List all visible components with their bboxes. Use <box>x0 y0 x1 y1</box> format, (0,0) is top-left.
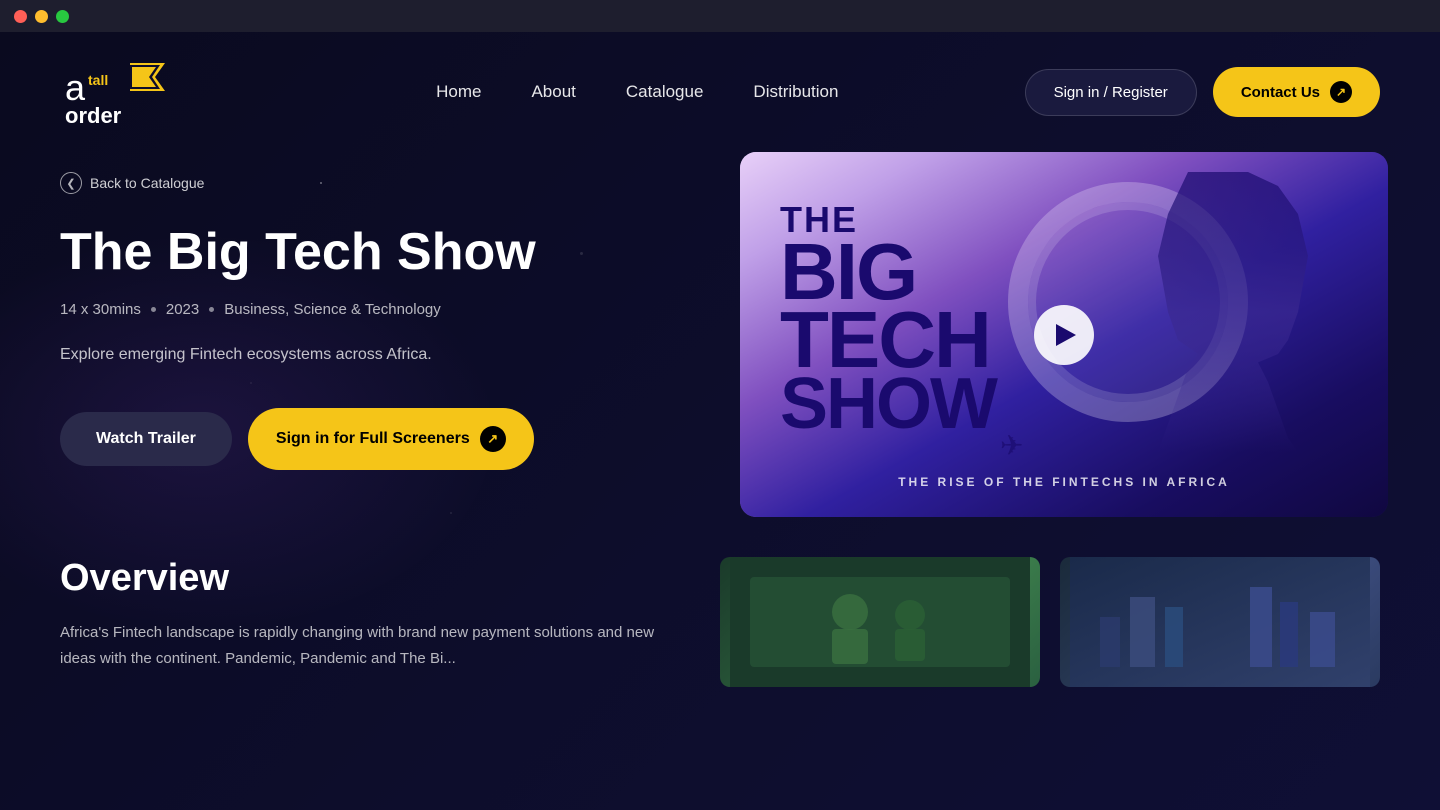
overview-img-placeholder-1 <box>720 557 1040 687</box>
nav-links: Home About Catalogue Distribution <box>436 82 838 102</box>
show-episodes: 14 x 30mins <box>60 301 141 318</box>
overview-image-2 <box>1060 557 1380 687</box>
overview-text: Africa's Fintech landscape is rapidly ch… <box>60 620 680 671</box>
window-bar <box>0 0 1440 32</box>
overview-img-placeholder-2 <box>1060 557 1380 687</box>
watch-trailer-button[interactable]: Watch Trailer <box>60 412 232 466</box>
overview-left: Overview Africa's Fintech landscape is r… <box>60 557 680 687</box>
svg-text:tall: tall <box>88 72 108 88</box>
overview-title: Overview <box>60 557 680 600</box>
page: a tall order Home About Catalogue Distri… <box>0 32 1440 810</box>
nav-distribution[interactable]: Distribution <box>753 82 838 102</box>
window-dot-fullscreen[interactable] <box>56 10 69 23</box>
main-content: ❮ Back to Catalogue The Big Tech Show 14… <box>0 152 1440 517</box>
meta-dot-1 <box>151 307 156 312</box>
contact-label: Contact Us <box>1241 84 1320 101</box>
show-title: The Big Tech Show <box>60 224 680 281</box>
logo[interactable]: a tall order <box>60 55 170 130</box>
left-panel: ❮ Back to Catalogue The Big Tech Show 14… <box>60 152 680 517</box>
overview-section: Overview Africa's Fintech landscape is r… <box>0 517 1440 687</box>
screeners-arrow-icon: ↗ <box>480 426 506 452</box>
play-button[interactable] <box>1034 305 1094 365</box>
svg-text:a: a <box>65 67 86 108</box>
nav-catalogue[interactable]: Catalogue <box>626 82 704 102</box>
show-description: Explore emerging Fintech ecosystems acro… <box>60 342 680 368</box>
thumbnail-show: SHOW <box>780 374 996 435</box>
video-thumbnail[interactable]: THE BIG TECH SHOW ✈ THE RISE OF THE FINT… <box>740 152 1388 517</box>
nav-actions: Sign in / Register Contact Us ↗ <box>1025 67 1380 117</box>
header: a tall order Home About Catalogue Distri… <box>0 32 1440 152</box>
show-year: 2023 <box>166 301 199 318</box>
contact-arrow-icon: ↗ <box>1330 81 1352 103</box>
show-genre: Business, Science & Technology <box>224 301 441 318</box>
right-panel: THE BIG TECH SHOW ✈ THE RISE OF THE FINT… <box>740 152 1388 517</box>
overview-image-1 <box>720 557 1040 687</box>
svg-text:order: order <box>65 103 122 128</box>
screeners-label: Sign in for Full Screeners <box>276 430 470 448</box>
back-to-catalogue[interactable]: ❮ Back to Catalogue <box>60 172 680 194</box>
show-meta: 14 x 30mins 2023 Business, Science & Tec… <box>60 301 680 318</box>
play-icon <box>1056 324 1076 346</box>
signin-button[interactable]: Sign in / Register <box>1025 69 1197 116</box>
contact-button[interactable]: Contact Us ↗ <box>1213 67 1380 117</box>
thumbnail-airplane-icon: ✈ <box>1000 429 1023 462</box>
thumbnail-subtitle: THE RISE OF THE FINTECHS IN AFRICA <box>740 475 1388 489</box>
overview-right <box>720 557 1380 687</box>
window-dot-close[interactable] <box>14 10 27 23</box>
back-icon: ❮ <box>60 172 82 194</box>
window-dot-minimize[interactable] <box>35 10 48 23</box>
nav-home[interactable]: Home <box>436 82 481 102</box>
screeners-button[interactable]: Sign in for Full Screeners ↗ <box>248 408 534 470</box>
meta-dot-2 <box>209 307 214 312</box>
back-label: Back to Catalogue <box>90 175 204 191</box>
nav-about[interactable]: About <box>531 82 575 102</box>
action-buttons: Watch Trailer Sign in for Full Screeners… <box>60 408 680 470</box>
thumbnail-text: THE BIG TECH SHOW <box>780 202 996 435</box>
nav-center: Home About Catalogue Distribution <box>170 82 1025 102</box>
